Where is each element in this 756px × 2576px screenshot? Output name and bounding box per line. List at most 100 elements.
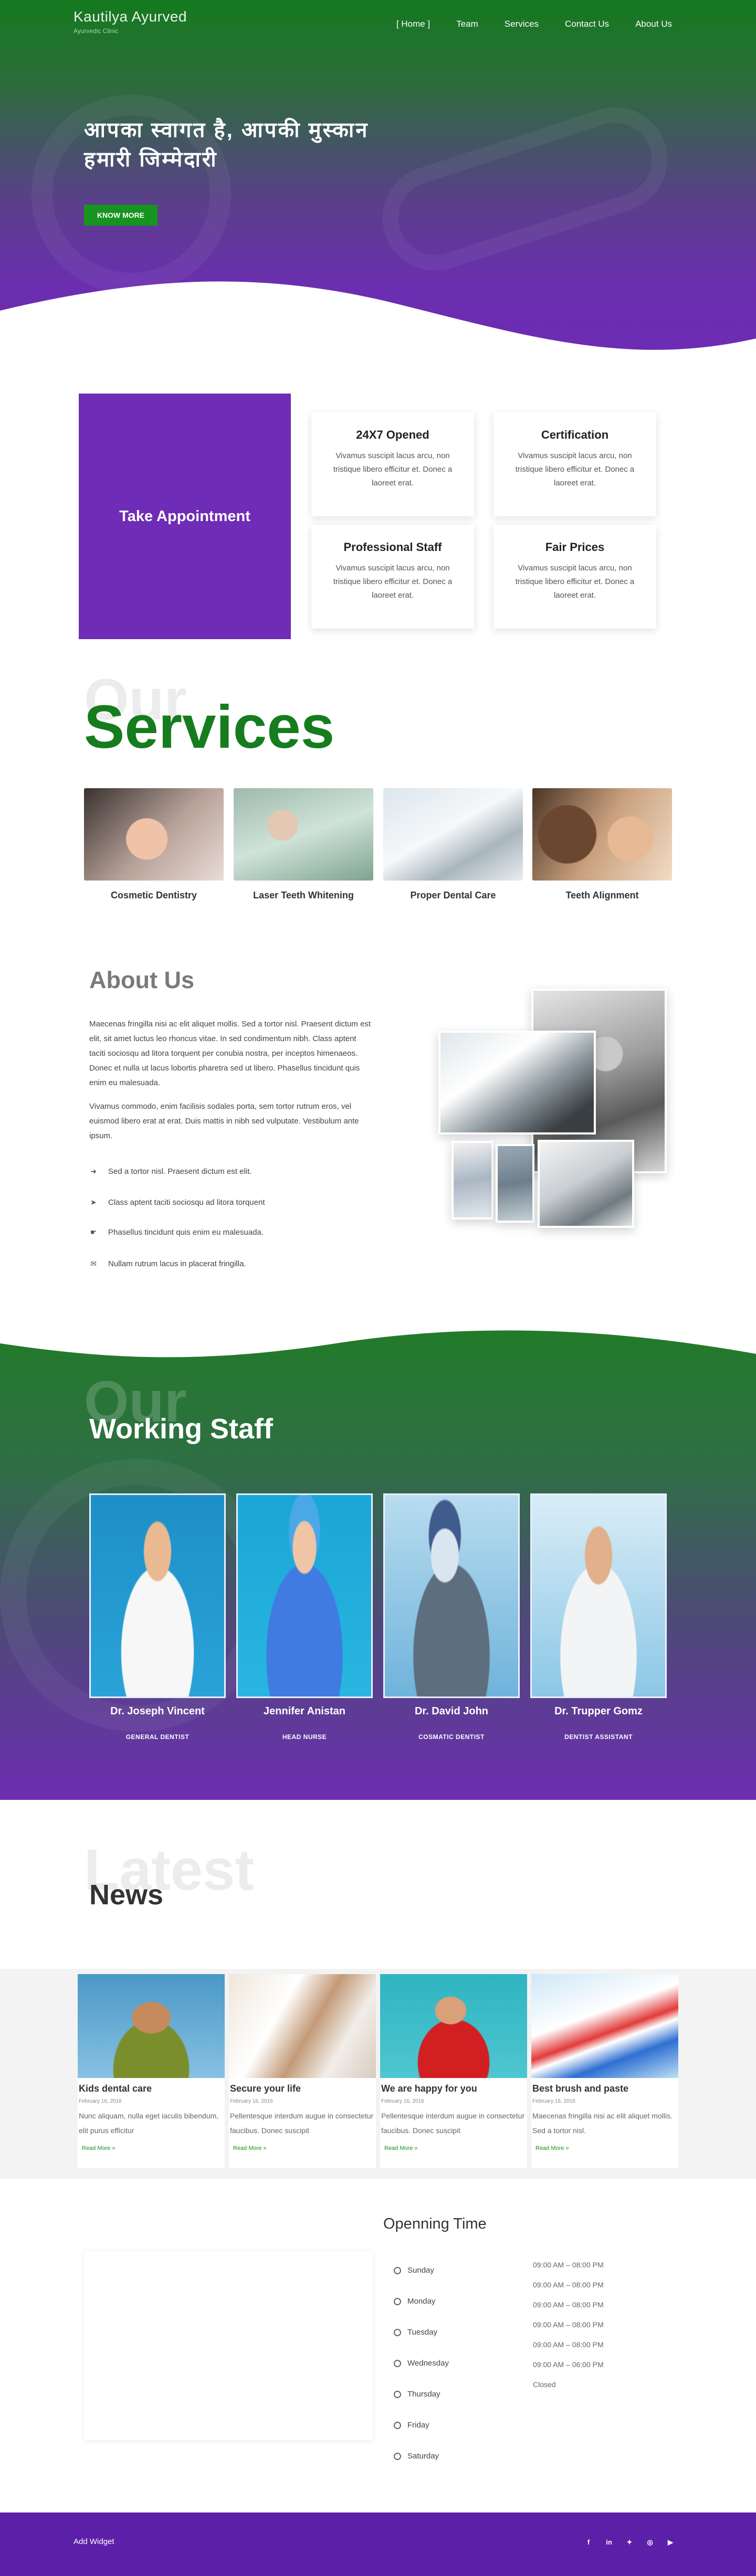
read-more-link[interactable]: Read More » — [380, 2138, 527, 2151]
feature-text: Vivamus suscipit lacus arcu, non tristiq… — [333, 451, 453, 487]
feature-title: Professional Staff — [343, 540, 442, 554]
opening-hours: 09:00 AM – 08:00 PM — [533, 2340, 604, 2349]
hero-wave — [0, 281, 756, 378]
news-item-date: February 16, 2016 — [381, 2098, 424, 2104]
staff-name: Dr. Trupper Gomz — [554, 1705, 643, 1717]
take-appointment-card[interactable]: Take Appointment — [79, 394, 291, 639]
instagram-icon[interactable]: ◎ — [646, 2538, 654, 2547]
clock-icon — [394, 2297, 401, 2305]
feature-title: 24X7 Opened — [356, 428, 429, 441]
news-item-date: February 16, 2016 — [230, 2098, 273, 2104]
arrow-circle-icon: ➜ — [90, 1167, 97, 1175]
news-image — [78, 1974, 225, 2078]
news-item-excerpt: Pellentesque interdum augue in consectet… — [230, 2112, 374, 2135]
day-row: Wednesday — [394, 2359, 449, 2368]
day-name: Sunday — [407, 2266, 434, 2275]
day-name: Thursday — [407, 2390, 440, 2399]
news-image — [229, 1974, 376, 2078]
service-card[interactable]: Cosmetic Dentistry — [84, 788, 224, 901]
about-paragraph: Vivamus commodo, enim facilisis sodales … — [89, 1102, 359, 1140]
day-name: Tuesday — [407, 2328, 437, 2337]
service-name: Teeth Alignment — [565, 890, 639, 900]
twitter-icon[interactable]: ✦ — [625, 2538, 634, 2547]
read-more-link[interactable]: Read More » — [229, 2138, 376, 2151]
feature-title: Certification — [541, 428, 609, 441]
day-row: Friday — [394, 2421, 429, 2430]
news-item-title[interactable]: Kids dental care — [78, 2078, 225, 2094]
service-image — [532, 788, 672, 881]
staff-role: GENERAL DENTIST — [125, 1733, 190, 1741]
service-image — [234, 788, 373, 881]
clock-icon — [394, 2452, 401, 2460]
news-item-title[interactable]: We are happy for you — [380, 2078, 527, 2094]
staff-name: Dr. David John — [414, 1705, 489, 1717]
news-item-title[interactable]: Best brush and paste — [531, 2078, 678, 2094]
feature-card: Certification Vivamus suscipit lacus arc… — [494, 412, 656, 516]
feature-card: Professional Staff Vivamus suscipit lacu… — [311, 525, 474, 629]
news-title: News — [89, 1879, 164, 1911]
day-row: Sunday — [394, 2266, 434, 2275]
hand-pointer-icon: ☛ — [90, 1228, 97, 1236]
day-name: Monday — [407, 2297, 436, 2306]
map-placeholder — [84, 2251, 373, 2440]
about-list-item: ☛ Phasellus tincidunt quis enim eu males… — [89, 1228, 264, 1237]
service-card[interactable]: Proper Dental Care — [383, 788, 523, 901]
opening-hours: 09:00 AM – 08:00 PM — [533, 2261, 604, 2269]
day-name: Saturday — [407, 2452, 439, 2461]
service-image — [84, 788, 224, 881]
facebook-icon[interactable]: f — [584, 2538, 593, 2547]
staff-title: Working Staff — [89, 1413, 273, 1445]
news-card[interactable]: Best brush and paste February 16, 2016 M… — [531, 1974, 678, 2168]
about-list-item: ➤ Class aptent taciti sociosqu ad litora… — [89, 1198, 265, 1207]
clock-icon — [394, 2421, 401, 2429]
opening-hours: 09:00 AM – 06:00 PM — [533, 2360, 604, 2369]
news-card[interactable]: We are happy for you February 16, 2016 P… — [380, 1974, 527, 2168]
news-item-excerpt: Pellentesque interdum augue in consectet… — [381, 2112, 525, 2135]
news-card[interactable]: Secure your life February 16, 2016 Pelle… — [229, 1974, 376, 2168]
staff-card[interactable]: Dr. Trupper Gomz DENTIST ASSISTANT — [530, 1493, 667, 1741]
service-card[interactable]: Teeth Alignment — [532, 788, 672, 901]
about-photo — [538, 1140, 634, 1228]
staff-photo — [89, 1493, 226, 1698]
read-more-link[interactable]: Read More » — [78, 2138, 225, 2151]
opening-hours: 09:00 AM – 08:00 PM — [533, 2320, 604, 2329]
read-more-link[interactable]: Read More » — [531, 2138, 678, 2151]
staff-card[interactable]: Dr. Joseph Vincent GENERAL DENTIST — [89, 1493, 226, 1741]
feature-text: Vivamus suscipit lacus arcu, non tristiq… — [333, 564, 453, 600]
news-item-title[interactable]: Secure your life — [229, 2078, 376, 2094]
staff-name: Dr. Joseph Vincent — [110, 1705, 205, 1717]
opening-hours: 09:00 AM – 08:00 PM — [533, 2281, 604, 2289]
clock-icon — [394, 2266, 401, 2274]
opening-time-title: Openning Time — [383, 2215, 487, 2232]
paper-plane-icon: ➤ — [90, 1198, 97, 1206]
about-list-item: ✉ Nullam rutrum lacus in placerat fringi… — [89, 1259, 246, 1268]
services-title: Services — [84, 693, 335, 761]
footer: Add Widget f in ✦ ◎ ▶ — [0, 2513, 756, 2576]
day-name: Friday — [407, 2421, 429, 2430]
staff-card[interactable]: Jennifer Anistan HEAD NURSE — [236, 1493, 373, 1741]
footer-widget-label[interactable]: Add Widget — [74, 2537, 114, 2546]
opening-hours: Closed — [533, 2380, 556, 2389]
about-photo — [496, 1144, 534, 1223]
youtube-icon[interactable]: ▶ — [666, 2538, 675, 2547]
clock-icon — [394, 2390, 401, 2398]
day-row: Tuesday — [394, 2328, 437, 2337]
clock-icon — [394, 2359, 401, 2367]
day-row: Monday — [394, 2297, 435, 2306]
staff-role: COSMATIC DENTIST — [418, 1733, 485, 1741]
news-card[interactable]: Kids dental care February 16, 2016 Nunc … — [78, 1974, 225, 2168]
about-paragraph: Maecenas fringilla nisi ac elit aliquet … — [89, 1020, 371, 1087]
feature-title: Fair Prices — [545, 540, 605, 554]
linkedin-icon[interactable]: in — [605, 2538, 613, 2547]
service-card[interactable]: Laser Teeth Whitening — [234, 788, 373, 901]
news-item-excerpt: Nunc aliquam, nulla eget iaculis bibendu… — [79, 2112, 219, 2135]
day-row: Saturday — [394, 2452, 439, 2461]
news-image — [380, 1974, 527, 2078]
envelope-icon: ✉ — [90, 1259, 97, 1268]
staff-photo — [236, 1493, 373, 1698]
about-photo — [438, 1031, 596, 1135]
staff-card[interactable]: Dr. David John COSMATIC DENTIST — [383, 1493, 520, 1741]
service-name: Proper Dental Care — [410, 890, 496, 900]
about-list-text: Phasellus tincidunt quis enim eu malesua… — [108, 1228, 264, 1237]
about-list-item: ➜ Sed a tortor nisl. Praesent dictum est… — [89, 1167, 251, 1176]
